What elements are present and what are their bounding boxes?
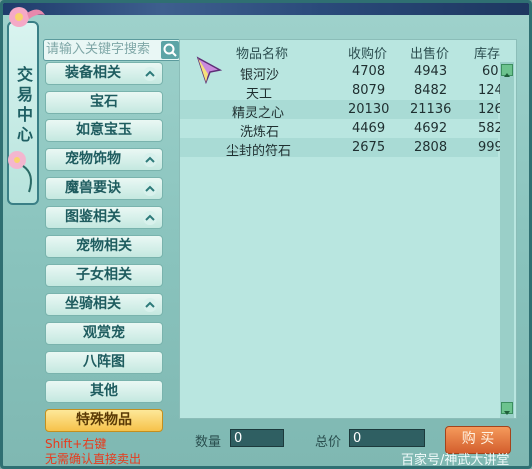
item-table: 物品名称 收购价 出售价 库存 银河沙 4708 4943 60 天工 8079… (179, 39, 517, 419)
chevron-up-icon (143, 182, 157, 196)
window-title: 交易中心 (16, 65, 33, 144)
category-label: 图鉴相关 (65, 209, 121, 225)
buy-price: 4708 (352, 64, 386, 79)
table-scrollbar[interactable] (500, 62, 514, 418)
category-button-ornamental-pets[interactable]: 观赏宠 (45, 322, 163, 345)
sell-price: 4692 (414, 121, 448, 136)
table-row[interactable]: 尘封的符石 2675 2808 999 (180, 140, 503, 159)
buy-price: 20130 (348, 102, 390, 117)
category-button-ruyi-jade[interactable]: 如意宝玉 (45, 119, 163, 142)
item-name: 天工 (246, 87, 273, 102)
column-header-buy-price: 收购价 (348, 47, 388, 62)
chevron-up-icon (143, 153, 157, 167)
category-button-special-items[interactable]: 特殊物品 (45, 409, 163, 432)
category-button-gems[interactable]: 宝石 (45, 91, 163, 114)
category-label: 魔兽要诀 (65, 180, 121, 196)
category-button-mounts[interactable]: 坐骑相关 (45, 293, 163, 316)
search-input[interactable] (46, 41, 160, 57)
category-label: 子女相关 (76, 267, 132, 283)
flower-decoration-icon (8, 151, 32, 193)
column-header-sell-price: 出售价 (410, 47, 450, 62)
stock: 60 (482, 64, 499, 79)
scroll-up-button[interactable] (501, 64, 513, 77)
category-button-equipment[interactable]: 装备相关 (45, 62, 163, 85)
category-button-eight-formations[interactable]: 八阵图 (45, 351, 163, 374)
table-row[interactable]: 精灵之心 20130 21136 126 (180, 102, 503, 121)
table-row[interactable]: 银河沙 4708 4943 60 (180, 64, 499, 83)
sell-price: 4943 (414, 64, 448, 79)
category-button-children[interactable]: 子女相关 (45, 264, 163, 287)
table-row[interactable]: 洗炼石 4469 4692 582 (180, 121, 503, 140)
buy-price: 4469 (352, 121, 386, 136)
hint-direct-sell: 无需确认直接卖出 (45, 452, 142, 466)
trade-center-window: 交易中心 装备相关 宝石 如意宝玉 宠物饰物 魔兽要诀 (0, 0, 532, 469)
watermark-text: 百家号/神武大讲堂 (401, 453, 510, 468)
item-name: 银河沙 (240, 68, 280, 83)
column-header-stock: 库存 (474, 47, 501, 62)
search-box (43, 39, 181, 61)
quantity-label: 数量 (195, 435, 222, 450)
scroll-down-button[interactable] (501, 402, 513, 415)
category-label: 八阵图 (83, 354, 125, 370)
buy-price: 2675 (352, 140, 386, 155)
search-icon (163, 43, 177, 57)
category-label: 如意宝玉 (76, 122, 132, 138)
category-label: 特殊物品 (76, 412, 132, 428)
column-header-item-name: 物品名称 (236, 47, 289, 62)
sell-price: 2808 (414, 140, 448, 155)
chevron-up-icon (143, 211, 157, 225)
category-label: 观赏宠 (83, 325, 125, 341)
arrow-down-icon (504, 411, 510, 415)
category-button-beast-skills[interactable]: 魔兽要诀 (45, 177, 163, 200)
item-name: 尘封的符石 (226, 144, 292, 159)
category-label: 宠物饰物 (65, 151, 121, 167)
category-label: 其他 (90, 383, 118, 399)
sell-price: 21136 (410, 102, 452, 117)
arrow-up-icon (504, 73, 510, 77)
chevron-up-icon (143, 298, 157, 312)
table-header: 物品名称 收购价 出售价 库存 (180, 40, 516, 62)
total-price-label: 总价 (315, 435, 342, 450)
sell-price: 8482 (414, 83, 448, 98)
item-name: 精灵之心 (232, 106, 285, 121)
top-decoration-strip (3, 3, 529, 15)
chevron-up-icon (143, 67, 157, 81)
buy-price: 8079 (352, 83, 386, 98)
category-button-illustrations[interactable]: 图鉴相关 (45, 206, 163, 229)
category-button-others[interactable]: 其他 (45, 380, 163, 403)
total-price-field: 0 (349, 429, 425, 447)
flower-decoration-icon (9, 7, 45, 27)
quantity-field[interactable]: 0 (230, 429, 284, 447)
category-button-pets[interactable]: 宠物相关 (45, 235, 163, 258)
table-row[interactable]: 天工 8079 8482 124 (180, 83, 503, 102)
category-label: 宝石 (90, 94, 118, 110)
item-name: 洗炼石 (240, 125, 280, 140)
category-label: 装备相关 (65, 65, 121, 81)
category-label: 宠物相关 (76, 238, 132, 254)
category-label: 坐骑相关 (65, 296, 121, 312)
category-button-pet-accessories[interactable]: 宠物饰物 (45, 148, 163, 171)
search-button[interactable] (161, 41, 179, 59)
